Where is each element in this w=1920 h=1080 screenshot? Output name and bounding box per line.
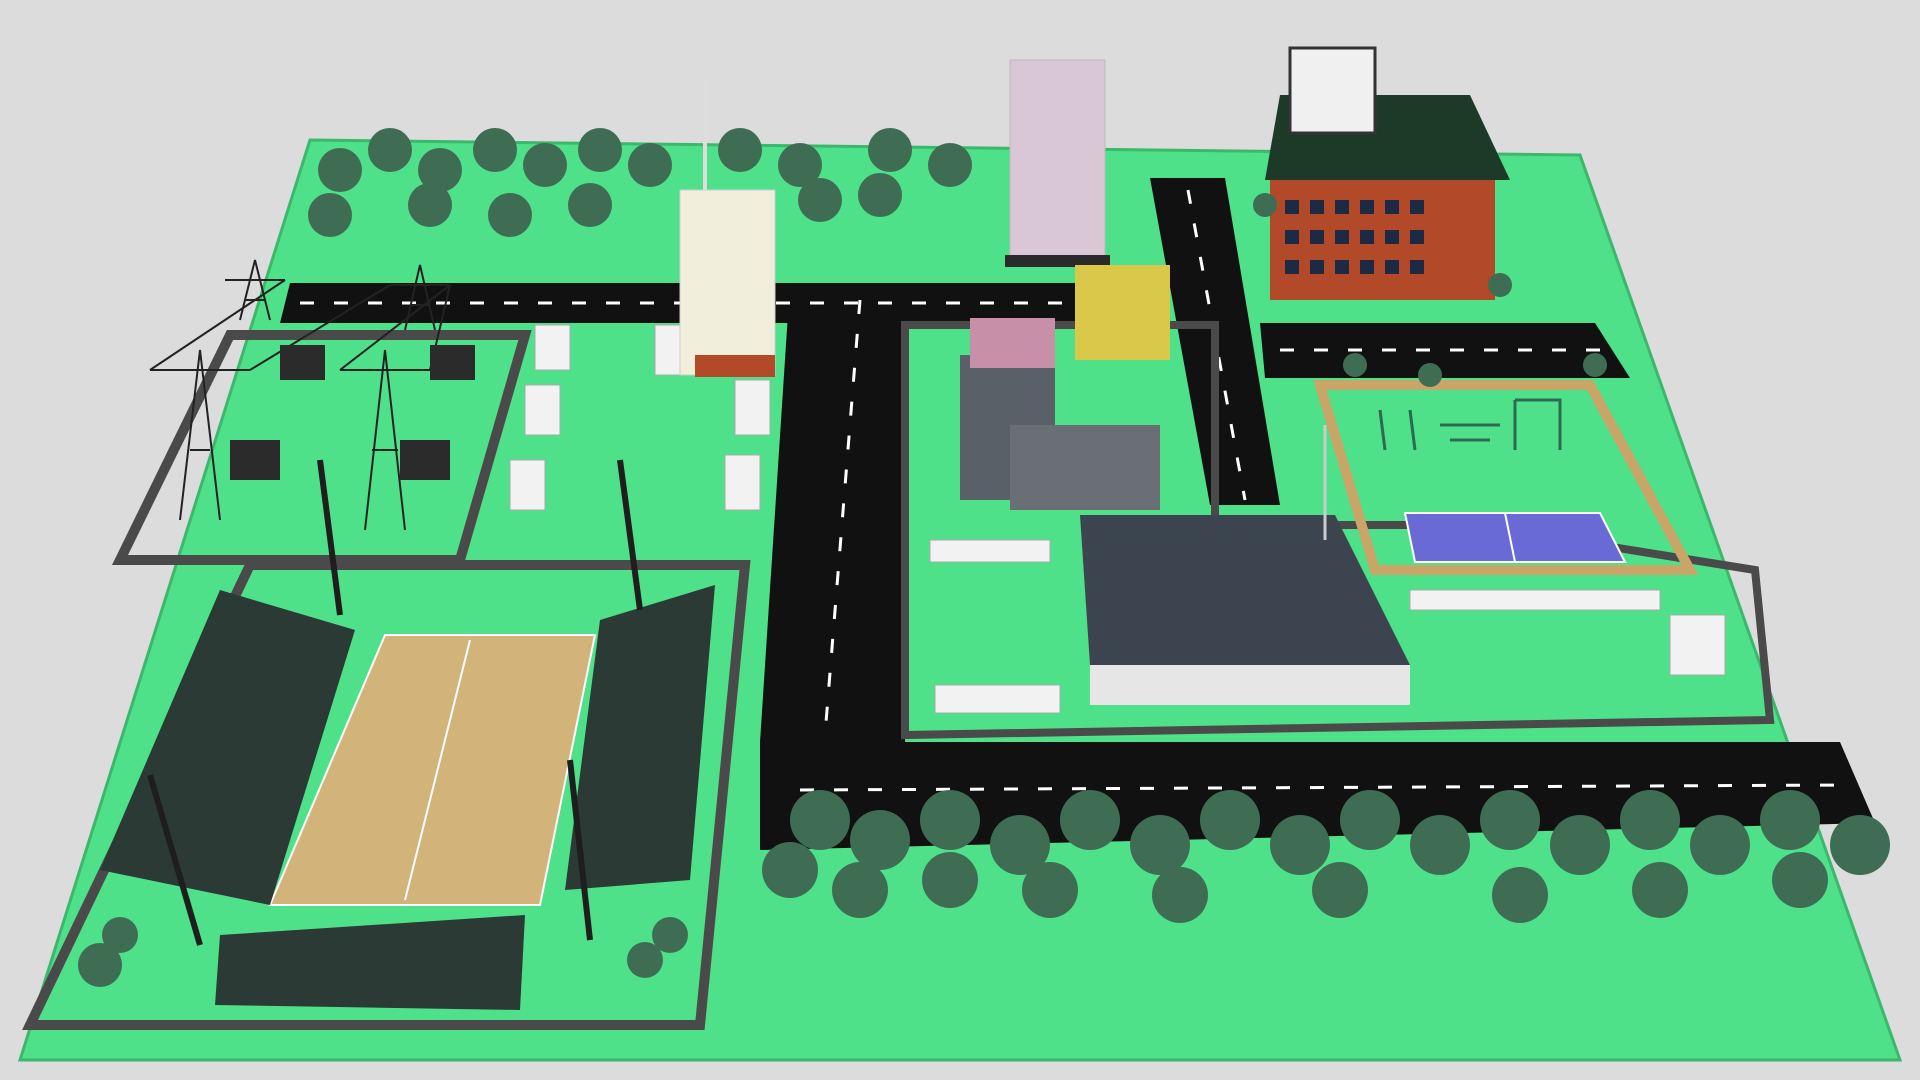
tower-pink xyxy=(1009,59,1106,266)
city-model-scene xyxy=(17,46,1903,1062)
canopy xyxy=(1669,614,1726,676)
billboard xyxy=(1288,46,1377,135)
transformer-3 xyxy=(280,345,325,380)
office-yellow xyxy=(1075,265,1170,360)
red-building-wall xyxy=(1270,180,1495,300)
canopy xyxy=(734,379,771,436)
canopy xyxy=(934,684,1061,714)
warehouse-wall xyxy=(1090,665,1410,705)
canopy xyxy=(1409,589,1661,611)
tower-beige-base xyxy=(695,355,775,377)
canopy xyxy=(524,384,561,436)
canopy xyxy=(509,459,546,511)
canopy xyxy=(929,539,1051,563)
canopy xyxy=(724,454,761,511)
tower-beige xyxy=(679,189,776,376)
canopy xyxy=(534,324,571,371)
transformer-1 xyxy=(230,440,280,480)
office-pink xyxy=(970,318,1055,368)
billboard-building xyxy=(1265,46,1510,300)
transformer-4 xyxy=(430,345,475,380)
office-grey-2 xyxy=(1010,425,1160,510)
tennis-court xyxy=(1403,512,1627,563)
transformer-2 xyxy=(400,440,450,480)
